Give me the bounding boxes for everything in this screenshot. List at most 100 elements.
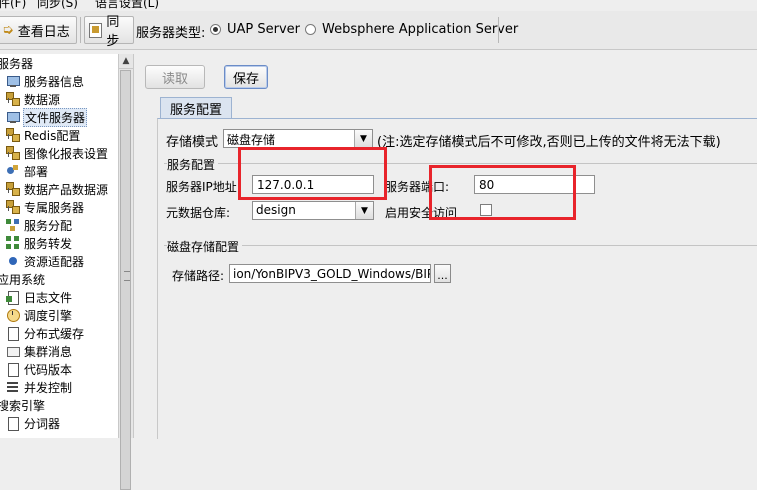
metadata-label: 元数据仓库: <box>166 206 231 220</box>
tree-item-label: 集群消息 <box>24 344 73 359</box>
tree-item[interactable]: 日志文件 <box>6 288 73 306</box>
menu-file[interactable]: 件(F) <box>0 0 26 11</box>
tree-group[interactable]: 应用系统 <box>0 270 46 288</box>
datasource-icon <box>6 92 20 106</box>
disk-group-border <box>164 245 757 246</box>
tree-group[interactable]: 服务器 <box>0 54 34 72</box>
document-icon <box>6 362 20 377</box>
storage-mode-label: 存储模式 <box>166 135 219 150</box>
metadata-select[interactable]: design ▼ <box>252 201 374 220</box>
tree-item-label: 数据产品数据源 <box>24 182 109 197</box>
tree-item-label: 应用系统 <box>0 272 46 287</box>
tree-item-label: 数据源 <box>24 92 61 107</box>
radio-websphere-server[interactable]: Websphere Application Server <box>305 22 518 37</box>
browse-button[interactable]: ... <box>434 264 451 283</box>
storage-mode-select[interactable]: 磁盘存储 ▼ <box>223 129 373 148</box>
tree-item-label: 专属服务器 <box>24 200 85 215</box>
scroll-up-icon[interactable]: ▲ <box>119 54 133 69</box>
tree-item[interactable]: 文件服务器 <box>6 107 88 127</box>
monitor-icon <box>6 110 20 124</box>
storage-mode-note: (注:选定存储模式后不可修改,否则已上传的文件将无法下载) <box>377 135 721 150</box>
tree-item-label: 调度引擎 <box>24 308 73 323</box>
menu-bar: 件(F) 同步(S) 语言设置(L) <box>0 0 757 11</box>
highlight-box-ip <box>238 147 387 200</box>
menu-language[interactable]: 语言设置(L) <box>95 0 159 11</box>
tree-item[interactable]: 服务转发 <box>6 234 73 252</box>
view-log-icon: ➭ <box>2 22 14 38</box>
tree-item-label: 代码版本 <box>24 362 73 377</box>
disk-group-title: 磁盘存储配置 <box>167 238 243 255</box>
toolbar: ➭ 查看日志 同步 服务器类型: UAP Server Websphere Ap… <box>0 11 757 50</box>
deploy-icon <box>6 164 20 178</box>
sync-label: 同步 <box>106 15 120 49</box>
highlight-box-port <box>429 165 576 220</box>
tree-item-label: 服务器信息 <box>24 74 85 89</box>
tree-scrollbar[interactable]: ▲ <box>118 54 133 490</box>
distribute-icon <box>6 218 20 232</box>
tree-item-label: 分词器 <box>24 416 61 431</box>
mail-icon <box>6 344 20 358</box>
tree-item-label: Redis配置 <box>24 128 81 143</box>
tree-item[interactable]: 专属服务器 <box>6 198 85 216</box>
metadata-value: design <box>256 203 296 217</box>
datasource-icon <box>6 128 20 142</box>
save-button[interactable]: 保存 <box>224 65 268 89</box>
document-icon <box>6 326 20 341</box>
chevron-down-icon: ▼ <box>354 130 372 147</box>
tree-item[interactable]: 服务器信息 <box>6 72 85 90</box>
radio-selected-icon <box>210 24 221 35</box>
tree-item-label: 部署 <box>24 164 49 179</box>
tree-item[interactable]: 数据源 <box>6 90 61 108</box>
datasource-icon <box>6 146 20 160</box>
tree-item[interactable]: 分布式缓存 <box>6 324 85 342</box>
tree-item-label: 服务器 <box>0 56 34 71</box>
tree-item[interactable]: 数据产品数据源 <box>6 180 109 198</box>
forward-icon <box>6 236 20 250</box>
tree-item-label: 搜索引擎 <box>0 398 46 413</box>
datasource-icon <box>6 182 20 196</box>
document-icon <box>6 416 20 431</box>
adapter-icon <box>6 254 20 268</box>
tree-item[interactable]: 调度引擎 <box>6 306 73 324</box>
path-label: 存储路径: <box>172 269 225 283</box>
sync-icon <box>89 22 103 38</box>
tree-item[interactable]: Redis配置 <box>6 126 81 144</box>
scroll-thumb[interactable] <box>120 70 131 490</box>
menu-sync[interactable]: 同步(S) <box>37 0 78 11</box>
tree-item-label: 文件服务器 <box>23 107 88 127</box>
tree-item[interactable]: 代码版本 <box>6 360 73 378</box>
tree-item[interactable]: 分词器 <box>6 414 61 432</box>
ip-label: 服务器IP地址: <box>166 180 241 194</box>
list-icon <box>6 380 20 394</box>
tree-item[interactable]: 并发控制 <box>6 378 73 396</box>
server-type-label: 服务器类型: <box>136 26 206 41</box>
tree-item[interactable]: 集群消息 <box>6 342 73 360</box>
clock-icon <box>6 308 20 322</box>
tree-item-label: 资源适配器 <box>24 254 85 269</box>
path-input[interactable]: ion/YonBIPV3_GOLD_Windows/BIP <box>229 264 431 283</box>
tree-item[interactable]: 资源适配器 <box>6 252 85 270</box>
radio-uap-label: UAP Server <box>227 22 301 37</box>
sync-button[interactable]: 同步 <box>84 15 134 49</box>
tree-item-label: 服务分配 <box>24 218 73 233</box>
log-file-icon <box>6 290 20 305</box>
tree-item-label: 图像化报表设置 <box>24 146 109 161</box>
tab-service-config[interactable]: 服务配置 <box>160 97 232 118</box>
datasource-icon <box>6 200 20 214</box>
storage-mode-value: 磁盘存储 <box>227 133 276 147</box>
monitor-icon <box>6 74 20 88</box>
tree-item-label: 分布式缓存 <box>24 326 85 341</box>
tree-item[interactable]: 服务分配 <box>6 216 73 234</box>
view-log-button[interactable]: ➭ 查看日志 <box>0 16 77 44</box>
tree-item-label: 服务转发 <box>24 236 73 251</box>
tree-item[interactable]: 图像化报表设置 <box>6 144 109 162</box>
tree-item[interactable]: 部署 <box>6 162 49 180</box>
grip-icon <box>124 271 130 281</box>
navigation-tree: 服务器服务器信息数据源 文件服务器 Redis配置图像化报表设置 部署数据产品数据源专… <box>0 54 119 438</box>
service-group-title: 服务配置 <box>167 156 219 173</box>
tree-item-label: 并发控制 <box>24 380 73 395</box>
tree-group[interactable]: 搜索引擎 <box>0 396 46 414</box>
radio-websphere-label: Websphere Application Server <box>322 22 519 37</box>
read-button[interactable]: 读取 <box>145 65 205 89</box>
radio-uap-server[interactable]: UAP Server <box>210 22 300 37</box>
